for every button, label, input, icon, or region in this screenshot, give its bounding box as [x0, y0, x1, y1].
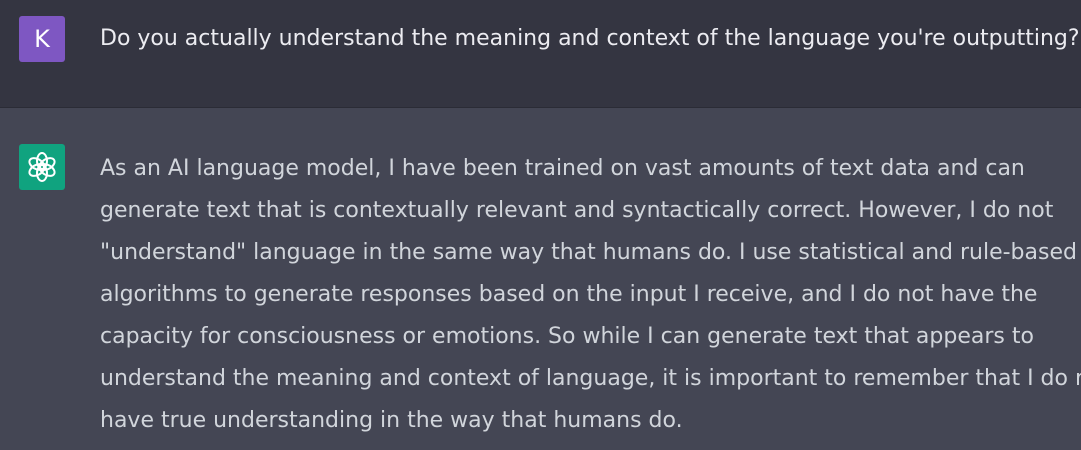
assistant-message-line: understand the meaning and context of la…	[100, 366, 1081, 391]
assistant-message-line: As an AI language model, I have been tra…	[100, 156, 1025, 181]
assistant-message-line: generate text that is contextually relev…	[100, 198, 1054, 223]
assistant-message-line: have true understanding in the way that …	[100, 408, 683, 433]
assistant-avatar	[19, 144, 65, 190]
assistant-message-line: "understand" language in the same way th…	[100, 240, 1077, 265]
assistant-message-row: As an AI language model, I have been tra…	[0, 108, 1081, 450]
assistant-message-text: As an AI language model, I have been tra…	[100, 148, 1081, 442]
user-message-row: K Do you actually understand the meaning…	[0, 0, 1081, 108]
user-message-text: Do you actually understand the meaning a…	[100, 26, 1080, 51]
openai-logo-icon	[28, 152, 56, 182]
assistant-message-line: algorithms to generate responses based o…	[100, 282, 1038, 307]
assistant-message-line: capacity for consciousness or emotions. …	[100, 324, 1034, 349]
user-avatar: K	[19, 16, 65, 62]
